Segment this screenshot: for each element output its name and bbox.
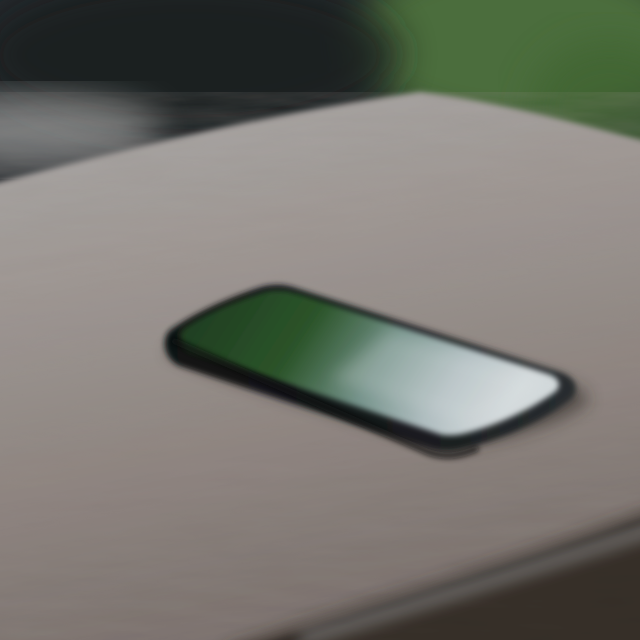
foliage-blur [350,0,640,130]
photo-svg [0,0,640,640]
table-top [0,92,640,640]
foliage-blur-2 [530,40,640,180]
vignette [0,0,640,640]
photo-scene [0,0,640,640]
screen-glare [330,330,548,428]
background-dark [0,0,640,640]
phone-body [164,284,576,451]
table-edge-highlight [298,527,640,640]
phone-side-edge [170,337,480,459]
light-object-blur [0,95,160,165]
wood-grain [0,92,640,640]
phone-shadow [165,298,590,448]
table-edge [256,514,640,640]
phone-screen [179,290,560,436]
dark-object-blur [0,0,400,135]
